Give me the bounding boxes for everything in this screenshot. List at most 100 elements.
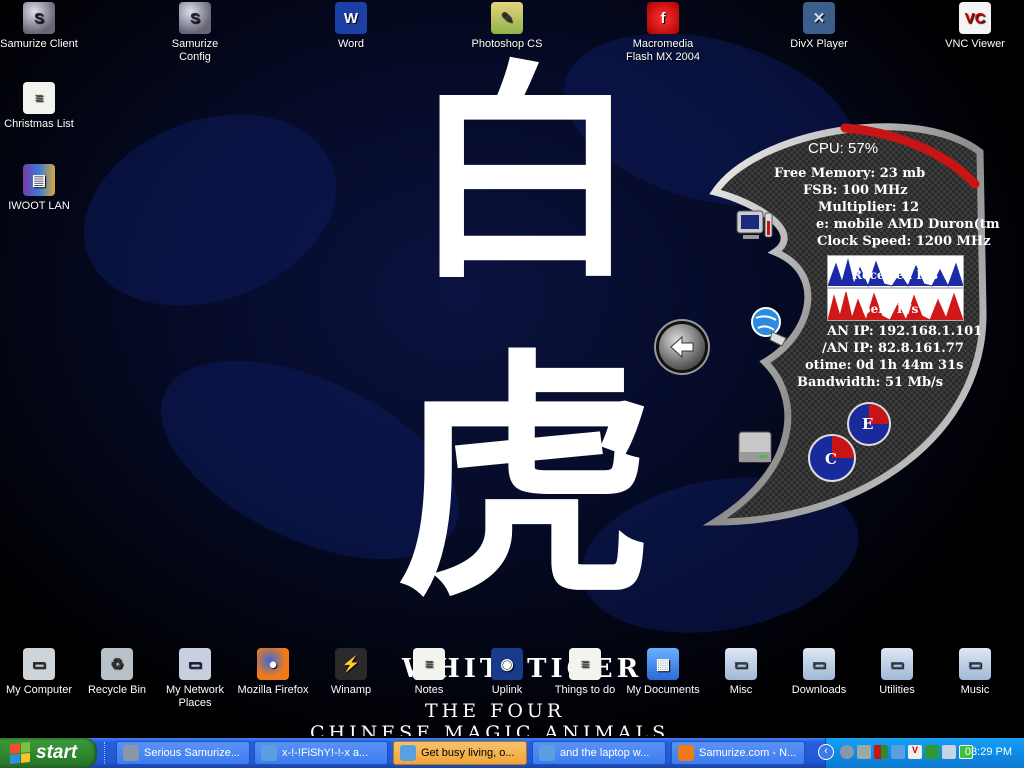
taskbar-button[interactable]: Get busy living, o... — [393, 741, 527, 765]
back-arrow-button[interactable] — [659, 324, 705, 370]
desktop-shortcut-label: Notes — [414, 684, 444, 696]
bandwidth-readout: Bandwidth: 51 Mb/s — [797, 375, 944, 390]
clock-speed-readout: Clock Speed: 1200 MHz — [817, 234, 991, 249]
winrar-archive-icon: ▤ — [23, 164, 55, 196]
taskbar-button[interactable]: Serious Samurize... — [116, 741, 250, 765]
desktop-shortcut[interactable]: ▤ IWOOT LAN — [0, 164, 78, 213]
msn-tray-icon[interactable] — [891, 745, 905, 759]
desktop-shortcut-label: Recycle Bin — [87, 684, 147, 696]
taskbar-button-label: Samurize.com - N... — [699, 747, 797, 759]
lan-ip-readout: AN IP: 192.168.1.101 — [827, 324, 983, 339]
monitor-tray-icon[interactable] — [874, 745, 888, 759]
folder-icon: ▭ — [959, 648, 991, 680]
system-tray: ‹ V 03:29 PM — [818, 738, 1024, 768]
desktop-shortcut-label: My Documents — [626, 684, 700, 696]
network-connection-tray-icon[interactable] — [942, 745, 956, 759]
taskbar-grip[interactable] — [104, 742, 109, 764]
taskbar-clock[interactable]: 03:29 PM — [965, 746, 1012, 758]
desktop-shortcut[interactable]: ♻ Recycle Bin — [78, 648, 156, 697]
firefox-icon: ● — [257, 648, 289, 680]
desktop-shortcut-label: Mozilla Firefox — [237, 684, 309, 696]
taskbar: start Serious Samurize... x-!-!FiShY!-!-x… — [0, 738, 1024, 768]
divx-icon: ✕ — [803, 2, 835, 34]
my-documents-icon: ▦ — [647, 648, 679, 680]
desktop-shortcut[interactable]: ✎ Photoshop CS — [468, 2, 546, 51]
desktop-shortcut[interactable]: ● Mozilla Firefox — [234, 648, 312, 697]
system-info-button[interactable] — [733, 207, 777, 247]
show-hidden-icons-chevron-icon[interactable]: ‹ — [818, 744, 834, 760]
wan-ip-readout: /AN IP: 82.8.161.77 — [822, 341, 964, 356]
desktop-shortcut[interactable]: ▭ My Network Places — [156, 648, 234, 710]
desktop-shortcut[interactable]: S Samurize Config — [156, 2, 234, 64]
free-memory-readout: Free Memory: 23 mb — [774, 166, 926, 181]
drive-e-label: E — [862, 415, 874, 433]
folder-icon: ▭ — [881, 648, 913, 680]
taskbar-button[interactable]: x-!-!FiShY!-!-x a... — [254, 741, 388, 765]
drives-button[interactable] — [735, 428, 779, 468]
msn-task-icon — [400, 745, 416, 761]
desktop-shortcut-label: My Computer — [5, 684, 73, 696]
desktop-shortcut-label: Samurize Client — [0, 38, 78, 50]
desktop-shortcut[interactable]: ▭ Utilities — [858, 648, 936, 697]
word-icon: W — [335, 2, 367, 34]
desktop-shortcut[interactable]: ▭ Downloads — [780, 648, 858, 697]
desktop-shortcut[interactable]: ⚡ Winamp — [312, 648, 390, 697]
sent-label: Sent K/s — [862, 302, 919, 316]
utility-tray-icon[interactable] — [925, 745, 939, 759]
left-arrow-icon — [670, 335, 694, 359]
vnc-icon: VC — [959, 2, 991, 34]
desktop-shortcut[interactable]: ≡ Christmas List — [0, 82, 78, 131]
desktop-shortcut-label: Winamp — [330, 684, 372, 696]
samurize-system-monitor-widget[interactable]: CPU: 57% Free Memory: 23 mb FSB: 100 MHz… — [655, 112, 1000, 532]
desktop-shortcut[interactable]: ▭ My Computer — [0, 648, 78, 697]
volume-tray-icon[interactable] — [857, 745, 871, 759]
desktop-shortcut-label: IWOOT LAN — [8, 200, 70, 212]
folder-icon: ▭ — [725, 648, 757, 680]
wallpaper-subtitle-2: CHINESE MAGIC ANIMALS — [310, 722, 670, 736]
desktop-shortcut[interactable]: S Samurize Client — [0, 2, 78, 51]
desktop-shortcut[interactable]: ▭ Music — [936, 648, 1014, 697]
drive-c-gauge[interactable]: C — [808, 434, 856, 482]
desktop-shortcut-label: My Network Places — [165, 684, 225, 709]
network-button[interactable] — [748, 304, 792, 348]
computer-monitor-icon — [736, 210, 773, 239]
desktop-shortcut-label: Samurize Config — [171, 38, 219, 63]
desktop-shortcut[interactable]: ◉ Uplink — [468, 648, 546, 697]
desktop-shortcut-label: Things to do — [554, 684, 616, 696]
network-places-icon: ▭ — [179, 648, 211, 680]
vnc-tray-icon[interactable]: V — [908, 745, 922, 759]
samurize-config-icon: S — [179, 2, 211, 34]
desktop-shortcut[interactable]: ✕ DivX Player — [780, 2, 858, 51]
desktop-shortcut-label: Utilities — [879, 684, 915, 696]
uplink-icon: ◉ — [491, 648, 523, 680]
network-globe-icon — [751, 307, 787, 347]
uptime-readout: otime: 0d 1h 44m 31s — [805, 358, 964, 373]
taskbar-button[interactable]: Samurize.com - N... — [671, 741, 805, 765]
desktop-shortcut-label: DivX Player — [790, 38, 848, 50]
samurize-tray-icon[interactable] — [840, 745, 854, 759]
samurize-client-icon: S — [23, 2, 55, 34]
desktop-shortcut[interactable]: ≡ Notes — [390, 648, 468, 697]
taskbar-button[interactable]: and the laptop w... — [532, 741, 666, 765]
taskbar-button-label: Serious Samurize... — [144, 747, 240, 759]
recycle-bin-icon: ♻ — [101, 648, 133, 680]
network-graph: Received K/s Sent K/s — [827, 255, 964, 321]
desktop-shortcut-label: Christmas List — [4, 118, 74, 130]
desktop-shortcut[interactable]: ▭ Misc — [702, 648, 780, 697]
desktop-shortcut[interactable]: f Macromedia Flash MX 2004 — [624, 2, 702, 64]
desktop-shortcut[interactable]: VC VNC Viewer — [936, 2, 1014, 51]
start-label: start — [36, 742, 78, 763]
drive-c-label: C — [825, 450, 837, 468]
desktop-shortcut[interactable]: ▦ My Documents — [624, 648, 702, 697]
windows-logo-icon — [10, 741, 30, 765]
photoshop-icon: ✎ — [491, 2, 523, 34]
wallpaper-tiger-shape — [57, 80, 363, 340]
taskbar-button-label: x-!-!FiShY!-!-x a... — [282, 747, 369, 759]
cpu-usage-readout: CPU: 57% — [808, 140, 879, 157]
flash-icon: f — [647, 2, 679, 34]
desktop-shortcut[interactable]: ≡ Things to do — [546, 648, 624, 697]
start-button[interactable]: start — [0, 738, 97, 768]
folder-icon: ▭ — [803, 648, 835, 680]
desktop-shortcut-label: Macromedia Flash MX 2004 — [626, 38, 700, 63]
desktop-shortcut[interactable]: W Word — [312, 2, 390, 51]
